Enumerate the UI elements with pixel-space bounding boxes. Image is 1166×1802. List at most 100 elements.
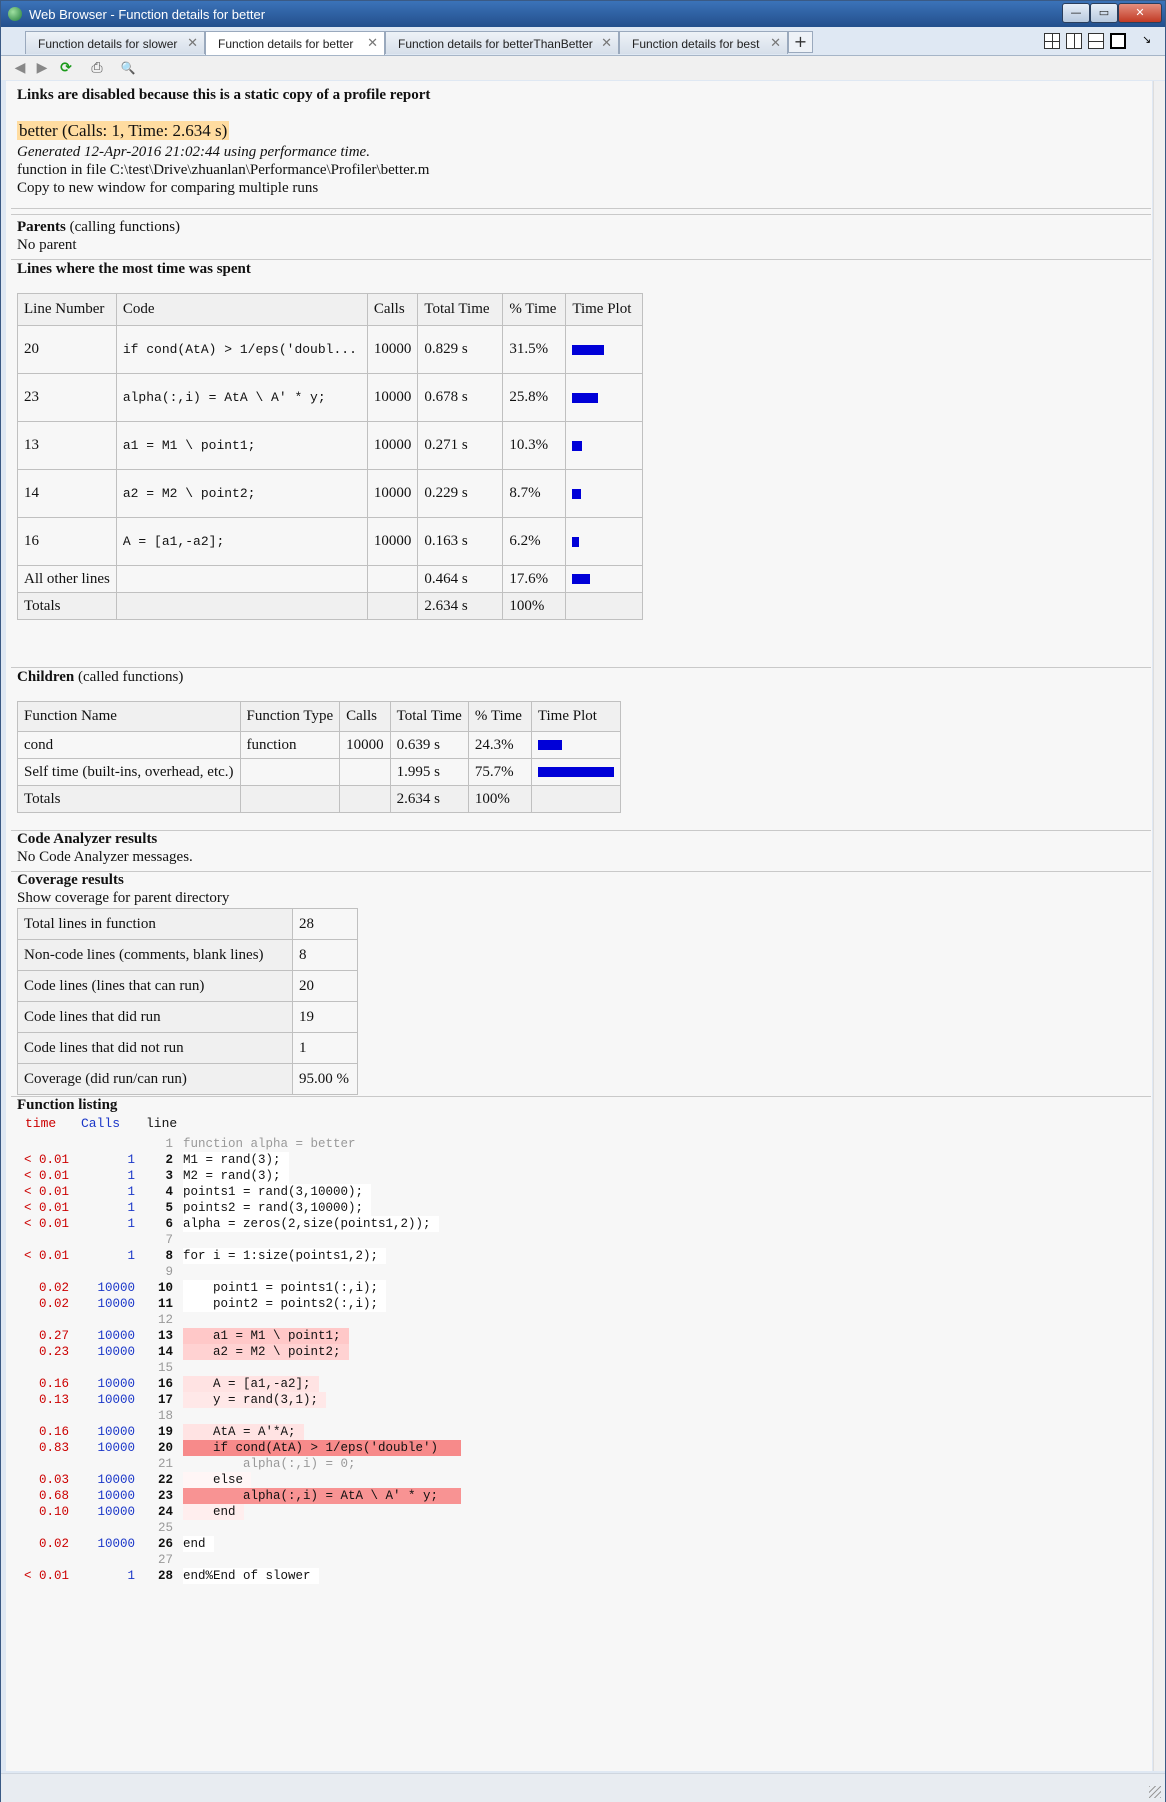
add-tab-button[interactable]: + <box>788 31 813 53</box>
analyzer-value: No Code Analyzer messages. <box>17 849 193 865</box>
line-code: for i = 1:size(points1,2); <box>183 1248 387 1264</box>
line-number: 7 <box>165 1233 173 1247</box>
line-number-cell: 13 <box>17 421 117 470</box>
total-time-cell: 0.829 s <box>417 325 504 374</box>
line-code: alpha(:,i) = 0; <box>183 1457 356 1471</box>
function-heading: better (Calls: 1, Time: 2.634 s) <box>17 121 230 140</box>
coverage-row: Non-code lines (comments, blank lines) 8 <box>17 939 358 971</box>
find-icon[interactable]: 🔍 <box>119 59 137 77</box>
col-pct-time: % Time <box>502 293 567 326</box>
tab-label: Function details for slower <box>38 37 178 51</box>
coverage-value: 8 <box>292 939 358 971</box>
line-number: 18 <box>157 1409 173 1423</box>
calls-cell: 10000 <box>366 517 419 566</box>
listing-col-line: line <box>146 1116 178 1131</box>
forward-icon[interactable]: ▶ <box>33 59 51 77</box>
time-plot-bar <box>572 536 580 547</box>
code-cell: a1 = M1 \ point1; <box>115 421 368 470</box>
time-cell: 1.995 s <box>389 758 469 786</box>
line-number: 17 <box>157 1393 173 1407</box>
tab-close-icon[interactable]: ✕ <box>187 35 198 51</box>
refresh-icon[interactable]: ⟳ <box>57 59 75 77</box>
copy-link[interactable]: Copy to new window for comparing multipl… <box>17 180 318 197</box>
line-time: 0.83 <box>38 1441 69 1455</box>
pct-cell: 100% <box>467 785 532 813</box>
line-number: 4 <box>165 1185 173 1199</box>
maximize-button[interactable]: ▭ <box>1090 3 1118 23</box>
tile-layout-icon[interactable] <box>1044 33 1060 49</box>
line-code: M1 = rand(3); <box>183 1152 289 1168</box>
parents-subtitle: (calling functions) <box>65 219 181 235</box>
line-time: < 0.01 <box>23 1169 69 1183</box>
lines-table-row: 23 alpha(:,i) = AtA \ A' * y; 10000 0.678 s… <box>17 373 644 422</box>
total-time-cell: 0.678 s <box>417 373 504 422</box>
listing-col-time: time <box>25 1116 57 1131</box>
col-time-plot: Time Plot <box>565 293 644 326</box>
tab-slower[interactable]: Function details for slower ✕ <box>25 31 205 54</box>
name-cell[interactable]: cond <box>17 731 241 759</box>
resize-grip-icon[interactable] <box>1149 1786 1161 1798</box>
coverage-label: Code lines that did not run <box>17 1032 293 1064</box>
pct-time-cell: 6.2% <box>502 517 567 566</box>
calls-cell: 10000 <box>366 325 419 374</box>
line-code: end <box>183 1536 214 1552</box>
minimize-button[interactable]: — <box>1062 3 1090 23</box>
code-cell: A = [a1,-a2]; <box>115 517 368 566</box>
line-calls: 10000 <box>97 1297 135 1311</box>
type-cell <box>239 758 341 786</box>
tab-better-than-better[interactable]: Function details for betterThanBetter ✕ <box>385 31 619 54</box>
coverage-row: Coverage (did run/can run) 95.00 % <box>17 1063 358 1095</box>
line-time: 0.16 <box>38 1425 69 1439</box>
calls-cell <box>366 592 419 620</box>
line-time: 0.02 <box>38 1297 69 1311</box>
lines-table-row: 14 a2 = M2 \ point2; 10000 0.229 s 8.7% <box>17 469 644 518</box>
calls-cell: 10000 <box>366 421 419 470</box>
tab-close-icon[interactable]: ✕ <box>367 35 378 51</box>
pct-time-cell: 8.7% <box>502 469 567 518</box>
line-number: 10 <box>157 1281 173 1295</box>
tab-better[interactable]: Function details for better ✕ <box>205 31 385 55</box>
code-cell: a2 = M2 \ point2; <box>115 469 368 518</box>
back-icon[interactable]: ◀ <box>11 59 29 77</box>
tab-label: Function details for better <box>218 37 354 51</box>
line-number-cell: 23 <box>17 373 117 422</box>
stacked-layout-icon[interactable] <box>1088 33 1104 49</box>
line-number: 9 <box>165 1265 173 1279</box>
time-plot-cell <box>565 517 644 566</box>
col-function-type: Function Type <box>239 701 341 732</box>
close-window-button[interactable]: ✕ <box>1118 3 1162 23</box>
time-plot-bar <box>572 440 583 451</box>
coverage-label: Total lines in function <box>17 908 293 940</box>
tab-label: Function details for betterThanBetter <box>398 37 593 51</box>
vertical-scrollbar[interactable] <box>1153 81 1165 1771</box>
line-time: 0.13 <box>38 1393 69 1407</box>
tab-best[interactable]: Function details for best ✕ <box>619 31 788 54</box>
line-number: 28 <box>157 1569 173 1583</box>
coverage-row: Total lines in function 28 <box>17 908 358 940</box>
print-icon[interactable]: ⎙ <box>88 59 106 77</box>
title-bar[interactable]: Web Browser - Function details for bette… <box>1 1 1165 27</box>
side-by-side-layout-icon[interactable] <box>1066 33 1082 49</box>
coverage-value: 1 <box>292 1032 358 1064</box>
line-calls: 1 <box>127 1201 135 1215</box>
time-cell: 0.639 s <box>389 731 469 759</box>
coverage-title: Coverage results <box>17 872 124 888</box>
tab-close-icon[interactable]: ✕ <box>770 35 781 51</box>
undock-icon[interactable]: ↘ <box>1142 33 1151 46</box>
tab-label: Function details for best <box>632 37 760 51</box>
line-code: end <box>183 1504 244 1520</box>
time-plot-cell <box>530 758 621 786</box>
generated-info: Generated 12-Apr-2016 21:02:44 using per… <box>17 144 370 160</box>
line-calls: 10000 <box>97 1489 135 1503</box>
coverage-parent-link[interactable]: Show coverage for parent directory <box>17 890 229 907</box>
code-cell <box>115 592 368 620</box>
parents-title: Parents <box>17 219 66 235</box>
pct-time-cell: 10.3% <box>502 421 567 470</box>
single-layout-icon[interactable] <box>1110 33 1126 49</box>
tab-close-icon[interactable]: ✕ <box>601 35 612 51</box>
line-number: 15 <box>157 1361 173 1375</box>
lines-table-row: 16 A = [a1,-a2]; 10000 0.163 s 6.2% <box>17 517 644 566</box>
line-number: 2 <box>165 1153 173 1167</box>
children-table: Function Name Function Type Calls Total … <box>17 701 621 813</box>
divider <box>11 871 1151 872</box>
